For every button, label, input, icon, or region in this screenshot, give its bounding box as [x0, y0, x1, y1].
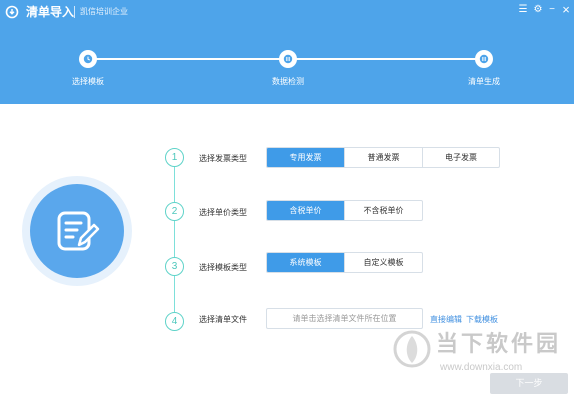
file-path-input[interactable]	[266, 308, 423, 329]
step-3-marker	[475, 50, 493, 68]
template-type-selector: 系统模板 自定义模板	[266, 252, 423, 273]
template-type-label: 选择模板类型	[199, 263, 247, 272]
clock-icon	[83, 54, 93, 64]
import-logo-icon	[5, 5, 19, 19]
menu-icon[interactable]: ☰	[516, 3, 530, 17]
header-bar: 清单导入 凯信培训企业 ☰ ⚙ − × 选择模板 数据检测 清单生成	[0, 0, 574, 104]
gear-icon[interactable]: ⚙	[531, 3, 545, 17]
watermark-logo-icon	[393, 330, 431, 368]
invoice-type-normal-button[interactable]: 普通发票	[345, 148, 423, 167]
row-1-number: 1	[165, 148, 184, 167]
watermark-text: 当下软件园	[436, 331, 562, 356]
hero-illustration	[22, 176, 132, 286]
download-template-link[interactable]: 下载模板	[466, 314, 498, 326]
row-3-number: 3	[165, 257, 184, 276]
price-tax-excluded-button[interactable]: 不含税单价	[345, 201, 422, 220]
pause-icon	[283, 54, 293, 64]
template-custom-button[interactable]: 自定义模板	[345, 253, 422, 272]
step-2-marker	[279, 50, 297, 68]
invoice-type-label: 选择发票类型	[199, 154, 247, 163]
edit-document-icon	[57, 211, 100, 251]
edit-directly-link[interactable]: 直接编辑	[430, 314, 462, 326]
minimize-icon[interactable]: −	[545, 3, 559, 17]
step-label-generate-list: 清单生成	[468, 77, 500, 86]
company-name: 凯信培训企业	[80, 7, 128, 16]
title-divider	[74, 6, 75, 18]
unit-price-type-label: 选择单价类型	[199, 208, 247, 217]
steps-connector-line	[174, 165, 175, 313]
close-icon[interactable]: ×	[559, 3, 573, 17]
pause-icon	[479, 54, 489, 64]
price-tax-included-button[interactable]: 含税单价	[267, 201, 345, 220]
list-file-label: 选择清单文件	[199, 315, 247, 324]
template-system-button[interactable]: 系统模板	[267, 253, 345, 272]
invoice-type-electronic-button[interactable]: 电子发票	[423, 148, 499, 167]
invoice-type-special-button[interactable]: 专用发票	[267, 148, 345, 167]
app-title: 清单导入	[26, 5, 75, 19]
next-step-button[interactable]: 下一步	[490, 373, 568, 394]
invoice-type-selector: 专用发票 普通发票 电子发票	[266, 147, 500, 168]
row-2-number: 2	[165, 202, 184, 221]
hero-circle	[30, 184, 124, 278]
step-1-marker	[79, 50, 97, 68]
step-label-data-check: 数据检测	[272, 77, 304, 86]
unit-price-type-selector: 含税单价 不含税单价	[266, 200, 423, 221]
step-label-select-template: 选择模板	[72, 77, 104, 86]
row-4-number: 4	[165, 312, 184, 331]
